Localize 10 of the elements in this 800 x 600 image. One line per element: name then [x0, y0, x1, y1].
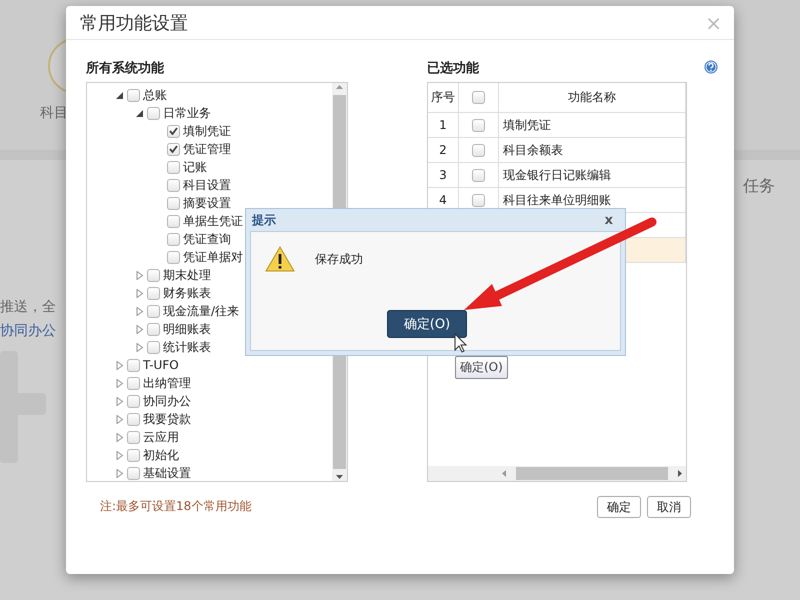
- notice-text: 推送，全: [0, 298, 56, 316]
- tooltip: 确定(O): [455, 356, 508, 379]
- task-label: 任务: [743, 175, 775, 197]
- note-text: 注:最多可设置18个常用功能: [100, 498, 252, 515]
- message-text: 保存成功: [315, 250, 363, 268]
- section-heading: 已选功能: [427, 60, 480, 78]
- dialog-title: 常用功能设置: [80, 12, 188, 34]
- tile-label: 科目: [40, 104, 68, 122]
- message-box-title: 提示: [252, 212, 276, 228]
- section-heading: 所有系统功能: [86, 60, 165, 78]
